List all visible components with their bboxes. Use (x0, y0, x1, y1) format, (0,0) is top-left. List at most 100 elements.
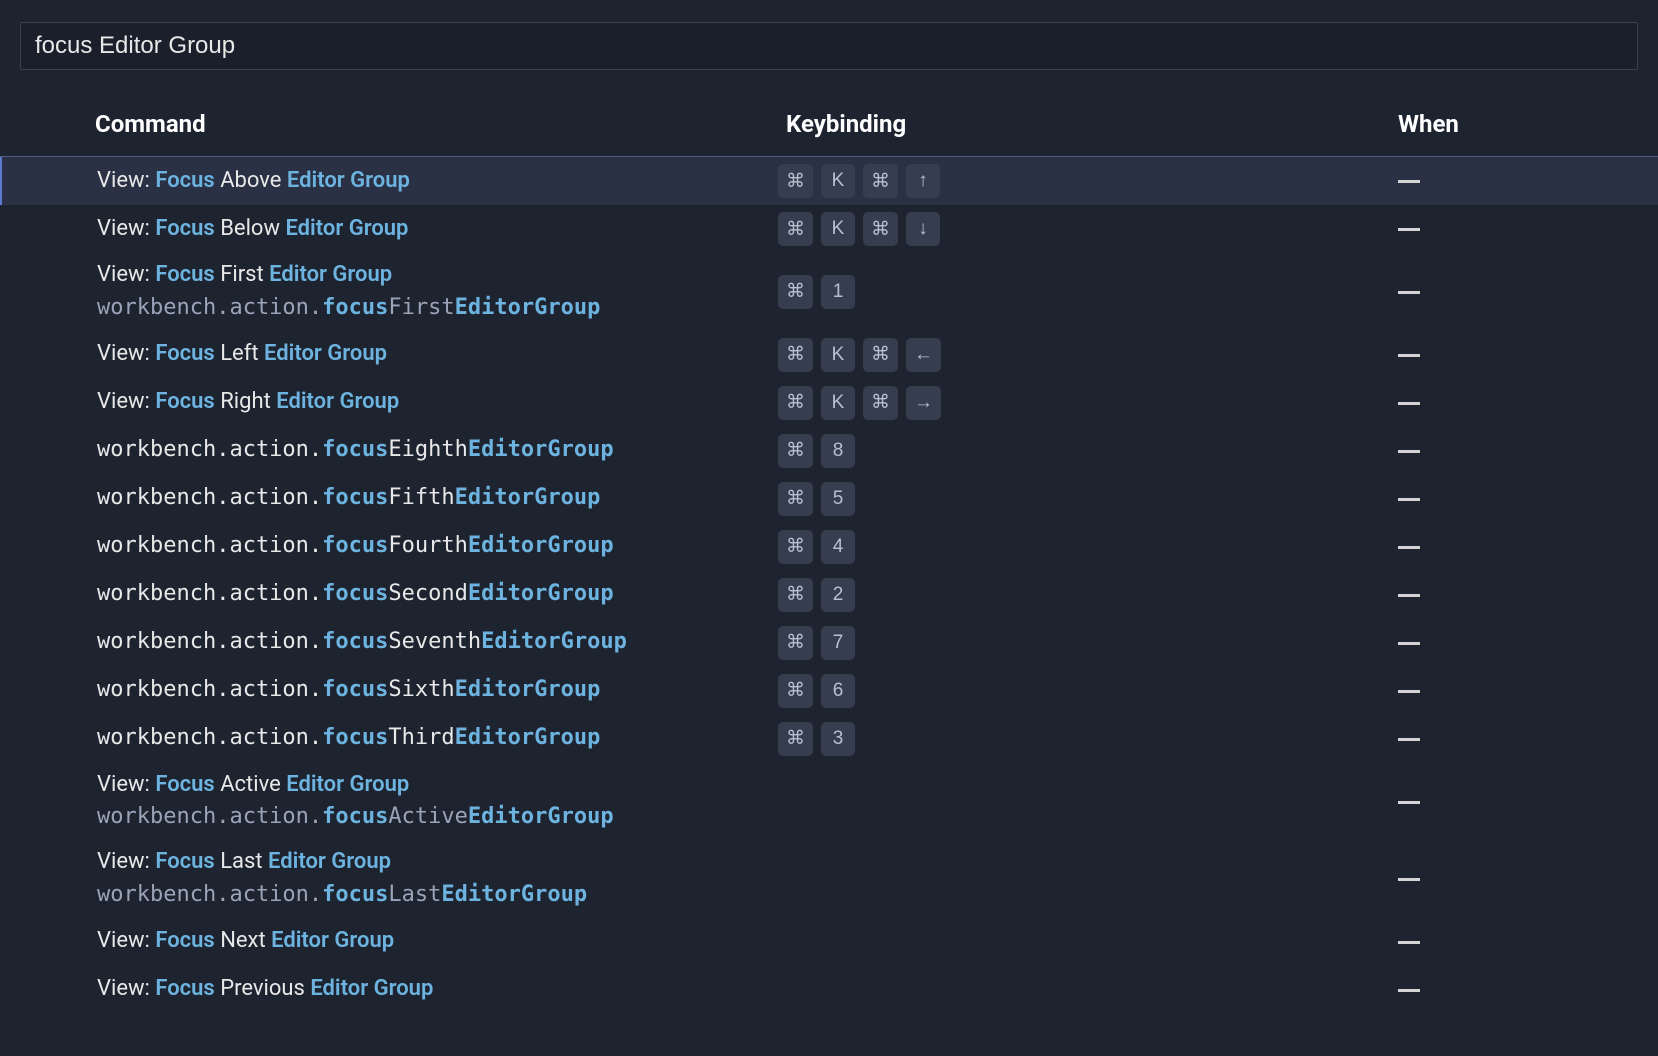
key-cap: ⌘ (778, 722, 813, 756)
table-row[interactable]: View: Focus Previous Editor Group (0, 966, 1658, 1014)
key-cap: ⌘ (778, 530, 813, 564)
key-cap: ⌘ (778, 626, 813, 660)
command-cell: View: Focus Next Editor Group (97, 924, 778, 959)
table-row[interactable]: View: Focus Next Editor Group (0, 918, 1658, 966)
when-cell (1338, 726, 1658, 751)
command-title: View: Focus Next Editor Group (97, 926, 778, 957)
header-when[interactable]: When (1338, 110, 1658, 138)
command-title: View: Focus Right Editor Group (97, 387, 778, 418)
command-title: workbench.action.focusFifthEditorGroup (97, 483, 778, 514)
command-cell: View: Focus Left Editor Group (97, 337, 778, 372)
command-title: View: Focus Left Editor Group (97, 339, 778, 370)
header-keybinding[interactable]: Keybinding (778, 110, 1338, 138)
header-command[interactable]: Command (95, 110, 778, 138)
key-cap: ← (906, 338, 941, 372)
table-row[interactable]: workbench.action.focusThirdEditorGroup⌘3 (0, 715, 1658, 763)
command-title: View: Focus Below Editor Group (97, 214, 778, 245)
dash-icon (1398, 594, 1420, 597)
key-cap: 1 (821, 275, 855, 309)
table-row[interactable]: View: Focus Right Editor Group⌘K⌘→ (0, 379, 1658, 427)
when-cell (1338, 342, 1658, 367)
command-cell: View: Focus Previous Editor Group (97, 972, 778, 1007)
dash-icon (1398, 989, 1420, 992)
key-cap: 2 (821, 578, 855, 612)
table-row[interactable]: View: Focus Left Editor Group⌘K⌘← (0, 331, 1658, 379)
key-cap: ⌘ (863, 386, 898, 420)
key-cap: ⌘ (778, 578, 813, 612)
table-row[interactable]: View: Focus Active Editor Groupworkbench… (0, 763, 1658, 841)
command-cell: workbench.action.focusSixthEditorGroup (97, 673, 778, 708)
when-cell (1338, 217, 1658, 242)
dash-icon (1398, 642, 1420, 645)
key-cap: K (821, 386, 855, 420)
command-cell: workbench.action.focusSeventhEditorGroup (97, 625, 778, 660)
table-row[interactable]: workbench.action.focusFourthEditorGroup⌘… (0, 523, 1658, 571)
table-header: Command Keybinding When (0, 84, 1658, 156)
key-cap: ⌘ (863, 164, 898, 198)
command-subtitle: workbench.action.focusLastEditorGroup (97, 880, 778, 911)
key-cap: ⌘ (778, 275, 813, 309)
command-cell: workbench.action.focusEighthEditorGroup (97, 433, 778, 468)
keybinding-cell: ⌘K⌘← (778, 338, 1338, 372)
table-row[interactable]: workbench.action.focusFifthEditorGroup⌘5 (0, 475, 1658, 523)
dash-icon (1398, 941, 1420, 944)
command-cell: workbench.action.focusSecondEditorGroup (97, 577, 778, 612)
table-row[interactable]: View: Focus Below Editor Group⌘K⌘↓ (0, 205, 1658, 253)
command-cell: View: Focus Above Editor Group (97, 164, 778, 199)
key-cap: ↓ (906, 212, 940, 246)
command-title: workbench.action.focusSixthEditorGroup (97, 675, 778, 706)
key-cap: ⌘ (778, 674, 813, 708)
table-row[interactable]: workbench.action.focusSixthEditorGroup⌘6 (0, 667, 1658, 715)
when-cell (1338, 534, 1658, 559)
keybinding-cell: ⌘K⌘→ (778, 386, 1338, 420)
when-cell (1338, 438, 1658, 463)
keybinding-cell: ⌘4 (778, 530, 1338, 564)
table-row[interactable]: workbench.action.focusEighthEditorGroup⌘… (0, 427, 1658, 475)
when-cell (1338, 486, 1658, 511)
keybinding-cell: ⌘6 (778, 674, 1338, 708)
table-row[interactable]: View: Focus First Editor Groupworkbench.… (0, 253, 1658, 331)
command-cell: View: Focus Right Editor Group (97, 385, 778, 420)
when-cell (1338, 977, 1658, 1002)
command-title: View: Focus Previous Editor Group (97, 974, 778, 1005)
when-cell (1338, 866, 1658, 891)
dash-icon (1398, 546, 1420, 549)
when-cell (1338, 630, 1658, 655)
when-cell (1338, 582, 1658, 607)
command-title: workbench.action.focusSeventhEditorGroup (97, 627, 778, 658)
key-cap: K (821, 164, 855, 198)
dash-icon (1398, 228, 1420, 231)
key-cap: ⌘ (863, 338, 898, 372)
table-row[interactable]: View: Focus Above Editor Group⌘K⌘↑ (0, 157, 1658, 205)
when-cell (1338, 279, 1658, 304)
when-cell (1338, 169, 1658, 194)
when-cell (1338, 929, 1658, 954)
keybinding-cell: ⌘K⌘↑ (778, 164, 1338, 198)
table-row[interactable]: View: Focus Last Editor Groupworkbench.a… (0, 840, 1658, 918)
command-cell: View: Focus First Editor Groupworkbench.… (97, 258, 778, 326)
key-cap: ⌘ (778, 338, 813, 372)
dash-icon (1398, 291, 1420, 294)
table-row[interactable]: workbench.action.focusSeventhEditorGroup… (0, 619, 1658, 667)
key-cap: K (821, 212, 855, 246)
keybinding-cell: ⌘K⌘↓ (778, 212, 1338, 246)
key-cap: ⌘ (778, 434, 813, 468)
command-title: workbench.action.focusFourthEditorGroup (97, 531, 778, 562)
key-cap: 7 (821, 626, 855, 660)
command-title: View: Focus Active Editor Group (97, 770, 778, 801)
key-cap: 8 (821, 434, 855, 468)
dash-icon (1398, 690, 1420, 693)
keybinding-cell: ⌘5 (778, 482, 1338, 516)
when-cell (1338, 789, 1658, 814)
keybinding-cell: ⌘3 (778, 722, 1338, 756)
command-subtitle: workbench.action.focusFirstEditorGroup (97, 293, 778, 324)
command-title: View: Focus First Editor Group (97, 260, 778, 291)
command-cell: View: Focus Active Editor Groupworkbench… (97, 768, 778, 836)
table-row[interactable]: workbench.action.focusSecondEditorGroup⌘… (0, 571, 1658, 619)
key-cap: → (906, 386, 941, 420)
dash-icon (1398, 801, 1420, 804)
search-input[interactable] (20, 22, 1638, 70)
key-cap: ⌘ (778, 386, 813, 420)
command-cell: View: Focus Below Editor Group (97, 212, 778, 247)
command-title: workbench.action.focusSecondEditorGroup (97, 579, 778, 610)
